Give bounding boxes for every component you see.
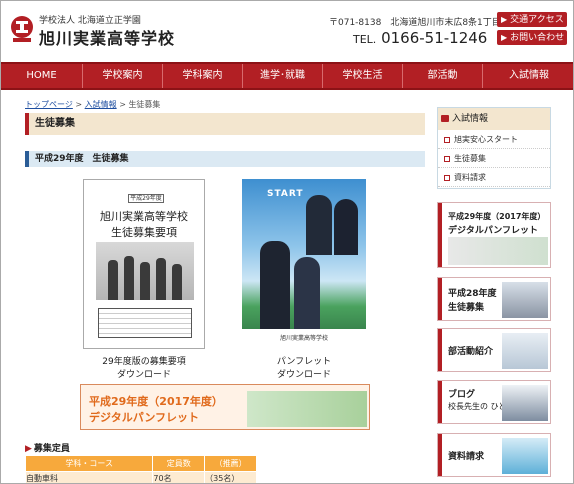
booklet-download-link[interactable]: ダウンロード bbox=[83, 367, 205, 380]
sidebar-brochure-request-banner[interactable]: 資料請求 bbox=[437, 433, 551, 477]
breadcrumb-top[interactable]: トップページ bbox=[25, 100, 73, 109]
table-row: 自動車科 70名 （35名） bbox=[24, 471, 257, 483]
page-title: 生徒募集 bbox=[25, 113, 425, 135]
nav-career[interactable]: 進学･就職 bbox=[243, 64, 323, 88]
pamphlet-person bbox=[334, 199, 358, 255]
breadcrumb-sep: > bbox=[75, 100, 83, 109]
nav-school-life[interactable]: 学校生活 bbox=[323, 64, 403, 88]
chevron-right-icon: ▶ bbox=[501, 33, 508, 42]
principal-photo bbox=[502, 385, 548, 421]
sidebar-club-activities-banner[interactable]: 部活動紹介 bbox=[437, 328, 551, 372]
contact-button-label: お問い合わせ bbox=[510, 33, 565, 43]
nav-home[interactable]: HOME bbox=[1, 64, 83, 88]
sidebar-item-recruitment[interactable]: 生徒募集 bbox=[438, 149, 550, 168]
sidebar-recruitment-2016-banner[interactable]: 平成28年度 生徒募集 bbox=[437, 277, 551, 321]
school-name[interactable]: 旭川実業高等学校 bbox=[39, 25, 175, 49]
pamphlet-download-link[interactable]: ダウンロード bbox=[242, 367, 366, 380]
booklet-year-tag: 平成29年度 bbox=[128, 194, 164, 203]
banner-accent-bar bbox=[438, 381, 442, 423]
booklet-title-guide: 生徒募集要項 bbox=[111, 226, 177, 239]
digital-pamphlet-preview-image bbox=[247, 391, 367, 427]
breadcrumb-admission[interactable]: 入試情報 bbox=[85, 100, 117, 109]
pamphlet-cover-word: START bbox=[267, 189, 304, 199]
sidebar-principal-blog-banner[interactable]: ブログ 校長先生の ひとりごと bbox=[437, 380, 551, 424]
contact-button[interactable]: ▶ お問い合わせ bbox=[497, 30, 567, 45]
tel-number: 0166-51-1246 bbox=[381, 29, 488, 47]
quota-table: 学科・コース 定員数 （推薦） 自動車科 70名 （35名） bbox=[24, 455, 257, 483]
pamphlet-caption-title: パンフレット bbox=[276, 357, 332, 367]
pamphlet-person bbox=[260, 241, 290, 333]
brochure-photo bbox=[502, 438, 548, 474]
quota-heading-label: 募集定員 bbox=[33, 444, 70, 454]
pamphlet-person bbox=[306, 195, 332, 255]
quota-heading: ▶ 募集定員 bbox=[25, 441, 70, 454]
site-header: 学校法人 北海道立正学園 旭川実業高等学校 〒071-8138 北海道旭川市末広… bbox=[1, 1, 573, 59]
triangle-right-icon: ▶ bbox=[25, 444, 32, 454]
column-header: 学科・コース bbox=[24, 455, 154, 472]
banner-line1: 平成28年度 bbox=[448, 289, 497, 299]
sidebar-digital-pamphlet-banner[interactable]: 平成29年度（2017年度） デジタルパンフレット bbox=[437, 202, 551, 268]
sidebar-menu-title: 入試情報 bbox=[438, 108, 550, 130]
nav-department-guide[interactable]: 学科案内 bbox=[163, 64, 243, 88]
main-nav: HOME 学校案内 学科案内 進学･就職 学校生活 部活動 入試情報 bbox=[1, 62, 573, 90]
digital-pamphlet-banner[interactable]: 平成29年度（2017年度） デジタルパンフレット bbox=[80, 384, 370, 430]
booklet-title-school: 旭川実業高等学校 bbox=[100, 210, 188, 223]
banner-accent-bar bbox=[438, 434, 442, 476]
digital-pamphlet-banner-title: デジタルパンフレット bbox=[89, 411, 199, 424]
breadcrumb-sep: > bbox=[119, 100, 126, 109]
booklet-caption[interactable]: 29年度版の募集要項 ダウンロード bbox=[83, 354, 205, 380]
sidebar-item-anshin-start[interactable]: 旭実安心スタート bbox=[438, 130, 550, 149]
nav-school-guide[interactable]: 学校案内 bbox=[83, 64, 163, 88]
banner-accent-bar bbox=[438, 278, 442, 320]
folder-icon bbox=[441, 115, 449, 122]
access-button[interactable]: ▶ 交通アクセス bbox=[497, 12, 567, 27]
page-frame: 学校法人 北海道立正学園 旭川実業高等学校 〒071-8138 北海道旭川市末広… bbox=[0, 0, 574, 484]
school-address: 〒071-8138 北海道旭川市末広8条1丁目 bbox=[329, 18, 501, 28]
section-subtitle: 平成29年度 生徒募集 bbox=[25, 151, 425, 167]
banner-accent-bar bbox=[438, 329, 442, 371]
table-cell: （35名） bbox=[204, 471, 257, 483]
sidebar-admission-menu: 入試情報 旭実安心スタート 生徒募集 資料請求 bbox=[437, 107, 551, 189]
banner-line1: 資料請求 bbox=[448, 452, 485, 462]
banner-preview-image bbox=[448, 237, 548, 265]
pamphlet-person bbox=[294, 257, 320, 333]
booklet-caption-title: 29年度版の募集要項 bbox=[102, 357, 186, 367]
booklet-quota-table bbox=[98, 308, 192, 338]
sidebar-item-brochure-request[interactable]: 資料請求 bbox=[438, 168, 550, 187]
main-content: 生徒募集 bbox=[25, 113, 425, 135]
nav-admission-info[interactable]: 入試情報 bbox=[483, 64, 573, 88]
table-cell: 70名 bbox=[152, 471, 206, 483]
club-photo bbox=[502, 333, 548, 369]
pamphlet-caption[interactable]: パンフレット ダウンロード bbox=[242, 354, 366, 380]
breadcrumb: トップページ > 入試情報 > 生徒募集 bbox=[25, 99, 160, 110]
pamphlet-cover-footer: 旭川実業高等学校 bbox=[242, 329, 366, 349]
sidebar-menu-title-label: 入試情報 bbox=[452, 114, 489, 124]
chevron-right-icon: ▶ bbox=[501, 15, 508, 24]
students-photo bbox=[502, 282, 548, 318]
banner-accent-bar bbox=[438, 203, 442, 267]
school-pamphlet-cover[interactable]: START 旭川実業高等学校 bbox=[242, 179, 366, 349]
column-header: 定員数 bbox=[152, 455, 206, 472]
banner-line2: 生徒募集 bbox=[448, 303, 485, 313]
breadcrumb-current: 生徒募集 bbox=[128, 100, 161, 109]
column-header: （推薦） bbox=[204, 455, 257, 472]
admission-guide-booklet[interactable]: 平成29年度 旭川実業高等学校 生徒募集要項 bbox=[83, 179, 205, 349]
tel-label: TEL. bbox=[353, 33, 377, 46]
digital-pamphlet-banner-year: 平成29年度（2017年度） bbox=[89, 395, 223, 408]
school-crest-icon[interactable] bbox=[9, 15, 35, 43]
banner-line2: デジタルパンフレット bbox=[448, 226, 539, 236]
banner-line1: 部活動紹介 bbox=[448, 347, 494, 357]
nav-club-activities[interactable]: 部活動 bbox=[403, 64, 483, 88]
banner-line1: ブログ bbox=[448, 390, 476, 400]
banner-line1: 平成29年度（2017年度） bbox=[448, 212, 546, 221]
school-phone: TEL. 0166-51-1246 bbox=[353, 29, 487, 47]
booklet-students-photo bbox=[96, 242, 194, 300]
table-header-row: 学科・コース 定員数 （推薦） bbox=[24, 455, 257, 472]
access-button-label: 交通アクセス bbox=[510, 15, 564, 25]
table-cell: 自動車科 bbox=[24, 471, 154, 483]
